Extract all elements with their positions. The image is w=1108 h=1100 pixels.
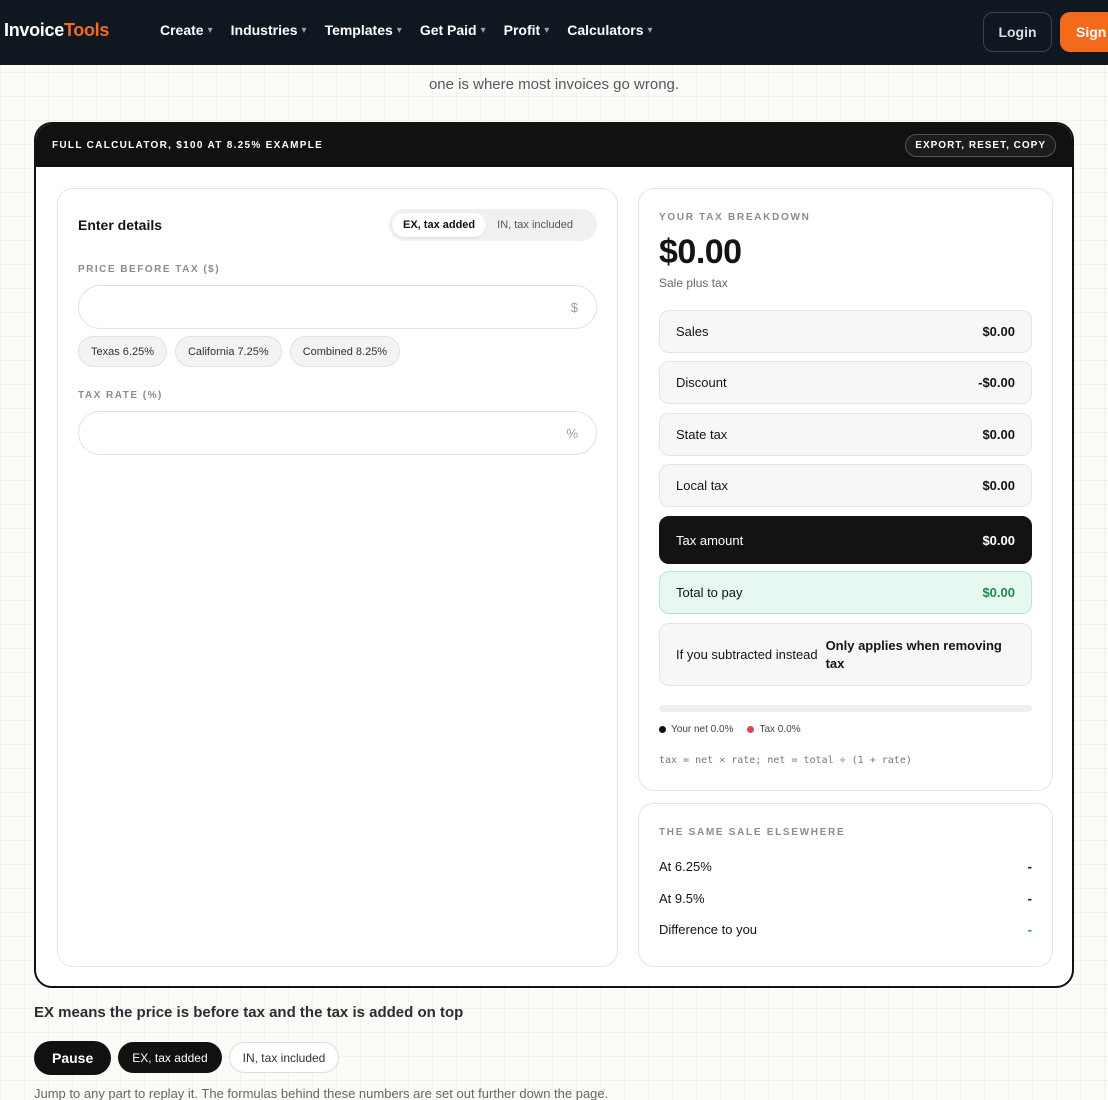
login-button[interactable]: Login [983,12,1052,52]
elsewhere-label: At 9.5% [659,891,705,906]
enter-details-heading: Enter details [78,217,163,233]
rate-label: TAX RATE (%) [78,390,163,401]
row-value: Only applies when removing tax [825,637,1002,671]
menu-industries[interactable]: Industries ▾ [231,22,307,38]
elsewhere-label: Difference to you [659,922,758,937]
percent-icon: % [566,425,578,441]
menu-profit[interactable]: Profit ▾ [504,22,550,38]
preset-combined[interactable]: Combined 8.25% [289,336,401,367]
price-label: PRICE BEFORE TAX ($) [78,264,221,275]
logo[interactable]: InvoiceTools [4,20,109,41]
row-label: Local tax [676,478,729,493]
price-field: $ [78,285,597,329]
elsewhere-row-high: At 9.5% - [659,891,1032,906]
legend-net-label: Your net 0.0% [671,724,734,735]
chevron-down-icon: ▾ [207,24,213,36]
net-tax-progress-bar [659,705,1032,712]
rate-input[interactable] [79,412,567,454]
replay-controls: Pause EX, tax added IN, tax included [34,1041,340,1075]
menu-label: Templates [324,22,393,38]
calculator-frame: FULL CALCULATOR, $100 AT 8.25% EXAMPLE E… [34,122,1074,988]
jump-ex-button[interactable]: EX, tax added [118,1042,222,1073]
row-label: If you subtracted instead [676,646,818,662]
row-discount: Discount -$0.00 [659,361,1032,404]
row-value: $0.00 [982,585,1015,600]
rate-presets: Texas 6.25% California 7.25% Combined 8.… [78,336,401,367]
grand-total-caption: Sale plus tax [659,276,728,290]
price-input[interactable] [79,286,571,328]
legend-tax-label: Tax 0.0% [759,724,801,735]
chevron-down-icon: ▾ [396,24,402,36]
row-label: State tax [676,427,728,442]
breakdown-kicker: YOUR TAX BREAKDOWN [659,212,811,223]
menu-label: Get Paid [419,22,477,38]
mode-ex-button[interactable]: EX, tax added [392,213,487,237]
menu-label: Profit [503,22,541,38]
chevron-down-icon: ▾ [301,24,307,36]
chevron-down-icon: ▾ [480,24,486,36]
menu-get-paid[interactable]: Get Paid ▾ [420,22,486,38]
signup-button[interactable]: Sign [1060,12,1108,52]
menu-label: Calculators [567,22,644,38]
row-value: $0.00 [982,324,1015,339]
export-reset-copy-button[interactable]: EXPORT, RESET, COPY [905,134,1056,157]
elsewhere-kicker: THE SAME SALE ELSEWHERE [659,827,846,838]
chevron-down-icon: ▾ [544,24,550,36]
preset-texas[interactable]: Texas 6.25% [78,336,167,367]
elsewhere-value: - [1027,891,1032,906]
elsewhere-label: At 6.25% [659,859,712,874]
logo-accent: Tools [63,20,110,40]
menu-label: Create [160,22,204,38]
row-total-to-pay: Total to pay $0.00 [659,571,1032,614]
row-label: Tax amount [676,532,744,548]
breakdown-panel: YOUR TAX BREAKDOWN $0.00 Sale plus tax S… [638,188,1053,791]
elsewhere-value: - [1027,922,1032,937]
legend-tax: Tax 0.0% [747,724,801,735]
elsewhere-value: - [1027,859,1032,874]
logo-main: Invoice [4,20,64,40]
elsewhere-row-difference: Difference to you - [659,922,1032,937]
legend-net: Your net 0.0% [659,724,733,735]
main-menu: Create ▾ Industries ▾ Templates ▾ Get Paid ▾… [160,22,653,38]
top-nav: InvoiceTools Create ▾ Industries ▾ Templat… [0,0,1108,65]
formula-text: tax = net × rate; net = total ÷ (1 + rat… [659,755,912,766]
menu-create[interactable]: Create ▾ [160,22,213,38]
row-label: Sales [676,324,709,339]
chevron-down-icon: ▾ [647,24,653,36]
row-value: $0.00 [982,478,1015,493]
tax-mode-toggle: EX, tax added IN, tax included [389,209,597,241]
preset-california[interactable]: California 7.25% [174,336,282,367]
ex-explainer-title: EX means the price is before tax and the… [34,1004,464,1021]
row-label: Discount [676,375,727,390]
mode-in-button[interactable]: IN, tax included [486,213,584,237]
row-state-tax: State tax $0.00 [659,413,1032,456]
row-label: Total to pay [676,585,743,600]
elsewhere-panel: THE SAME SALE ELSEWHERE At 6.25% - At 9.… [638,803,1053,967]
intro-text: one is where most invoices go wrong. [428,76,680,93]
row-value: $0.00 [982,532,1015,548]
frame-title: FULL CALCULATOR, $100 AT 8.25% EXAMPLE [52,140,324,151]
rate-field: % [78,411,597,455]
tax-dot-icon [747,726,755,733]
row-tax-amount: Tax amount $0.00 [659,516,1032,564]
replay-note: Jump to any part to replay it. The formu… [34,1086,609,1100]
pause-button[interactable]: Pause [34,1041,112,1075]
input-panel: Enter details EX, tax added IN, tax incl… [57,188,618,967]
menu-calculators[interactable]: Calculators ▾ [567,22,652,38]
row-value: $0.00 [982,427,1015,442]
jump-in-button[interactable]: IN, tax included [228,1042,340,1073]
elsewhere-row-low: At 6.25% - [659,859,1032,874]
menu-label: Industries [230,22,298,38]
row-sales: Sales $0.00 [659,310,1032,353]
menu-templates[interactable]: Templates ▾ [325,22,402,38]
row-subtract-note: If you subtracted instead Only applies w… [659,623,1032,686]
progress-legend: Your net 0.0% Tax 0.0% [659,724,801,735]
net-dot-icon [659,726,666,733]
grand-total: $0.00 [659,233,742,271]
frame-header: FULL CALCULATOR, $100 AT 8.25% EXAMPLE E… [36,124,1072,167]
row-value: -$0.00 [978,375,1015,390]
dollar-icon: $ [570,299,578,315]
row-local-tax: Local tax $0.00 [659,464,1032,507]
